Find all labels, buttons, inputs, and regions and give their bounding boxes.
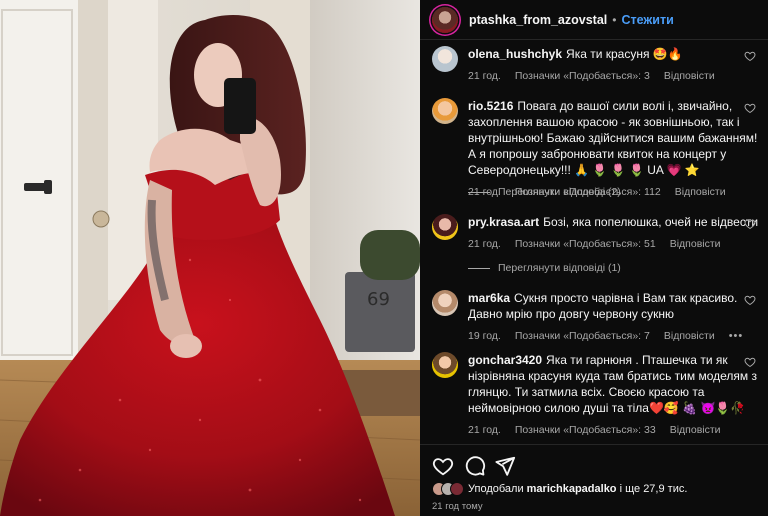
comment-item: rio.5216 Повага до вашої сили волі і, зви… [432,98,762,198]
comment-meta: 21 год. Позначки «Подобається»: 51 Відпо… [468,238,762,250]
post-time-ago[interactable]: 21 год тому [432,501,483,512]
liked-by-text[interactable]: Уподобали marichkapadalko і ще 27,9 тис. [468,483,687,495]
comment-text-row: gonchar3420 Яка ти гарнюня . Пташечка ти … [468,352,762,416]
view-replies-button[interactable]: Переглянути відповіді (2) [468,186,621,198]
liked-by-suffix[interactable]: і ще 27,9 тис. [620,483,688,495]
comment-meta: 21 год. Позначки «Подобається»: 33 Відпо… [468,424,762,436]
svg-text:69: 69 [367,289,390,310]
instagram-post-view: 69 ptashka_from_azovstal • Стежити olena… [0,0,768,516]
owner-username[interactable]: ptashka_from_azovstal [469,13,607,27]
commenter-username[interactable]: mar6ka [468,291,510,305]
comment-text-row: pry.krasa.art Бозі, яка попелюшка, очей н… [468,214,762,230]
commenter-username[interactable]: pry.krasa.art [468,215,539,229]
liked-by-prefix: Уподобали [468,483,524,495]
liker-avatar [450,482,464,496]
commenter-avatar[interactable] [432,98,458,124]
comment-likes[interactable]: Позначки «Подобається»: 51 [515,238,656,250]
reply-button[interactable]: Відповісти [675,186,726,198]
comment-time: 19 год. [468,330,501,342]
commenter-avatar[interactable] [432,46,458,72]
post-image: 69 [0,0,420,516]
liked-by-username[interactable]: marichkapadalko [527,483,617,495]
reply-button[interactable]: Відповісти [664,330,715,342]
comment-options-icon[interactable]: ••• [729,330,744,342]
view-replies-button[interactable]: Переглянути відповіді (1) [468,262,621,274]
comment-item: mar6ka Сукня просто чарівна і Вам так кра… [432,290,762,342]
like-comment-heart-icon[interactable] [744,294,756,306]
commenter-avatar[interactable] [432,214,458,240]
commenter-username[interactable]: olena_hushchyk [468,47,562,61]
comment-time: 21 год. [468,238,501,250]
comment-likes[interactable]: Позначки «Подобається»: 7 [515,330,650,342]
liked-by-row[interactable]: Уподобали marichkapadalko і ще 27,9 тис. [432,482,687,496]
owner-avatar[interactable] [432,6,458,33]
post-header: ptashka_from_azovstal • Стежити [420,0,768,40]
comment-meta: 19 год. Позначки «Подобається»: 7 Відпов… [468,330,762,342]
like-comment-heart-icon[interactable] [744,50,756,62]
commenter-avatar[interactable] [432,290,458,316]
comment-text: Яка ти красуня 🤩🔥 [566,47,683,61]
commenter-username[interactable]: rio.5216 [468,99,513,113]
comment-text-row: rio.5216 Повага до вашої сили волі і, зви… [468,98,762,178]
separator-dot: • [612,12,617,27]
post-photo[interactable]: 69 [0,0,420,516]
comment-time: 21 год. [468,70,501,82]
view-replies-label: Переглянути відповіді (2) [498,186,621,198]
post-actions-bar [420,444,768,484]
share-icon[interactable] [494,455,516,477]
follow-button[interactable]: Стежити [621,13,673,27]
comment-time: 21 год. [468,424,501,436]
replies-line [468,191,490,193]
replies-line [468,267,490,269]
like-comment-heart-icon[interactable] [744,356,756,368]
comment-likes[interactable]: Позначки «Подобається»: 33 [515,424,656,436]
comment-likes[interactable]: Позначки «Подобається»: 3 [515,70,650,82]
reply-button[interactable]: Відповісти [664,70,715,82]
comment-item: olena_hushchyk Яка ти красуня 🤩🔥 21 год. … [432,46,762,82]
reply-button[interactable]: Відповісти [670,424,721,436]
comment-meta: 21 год. Позначки «Подобається»: 3 Відпов… [468,70,762,82]
view-replies-label: Переглянути відповіді (1) [498,262,621,274]
like-comment-heart-icon[interactable] [744,102,756,114]
commenter-username[interactable]: gonchar3420 [468,353,542,367]
comment-text-row: olena_hushchyk Яка ти красуня 🤩🔥 [468,46,762,62]
like-comment-heart-icon[interactable] [744,218,756,230]
comment-item: pry.krasa.art Бозі, яка попелюшка, очей н… [432,214,762,250]
comment-text: Бозі, яка попелюшка, очей не відвести [543,215,759,229]
comment-item: gonchar3420 Яка ти гарнюня . Пташечка ти … [432,352,762,436]
reply-button[interactable]: Відповісти [670,238,721,250]
heart-icon[interactable] [432,455,454,477]
comment-icon[interactable] [464,455,486,477]
commenter-avatar[interactable] [432,352,458,378]
comments-panel: ptashka_from_azovstal • Стежити olena_hu… [420,0,768,516]
comment-text-row: mar6ka Сукня просто чарівна і Вам так кра… [468,290,762,322]
